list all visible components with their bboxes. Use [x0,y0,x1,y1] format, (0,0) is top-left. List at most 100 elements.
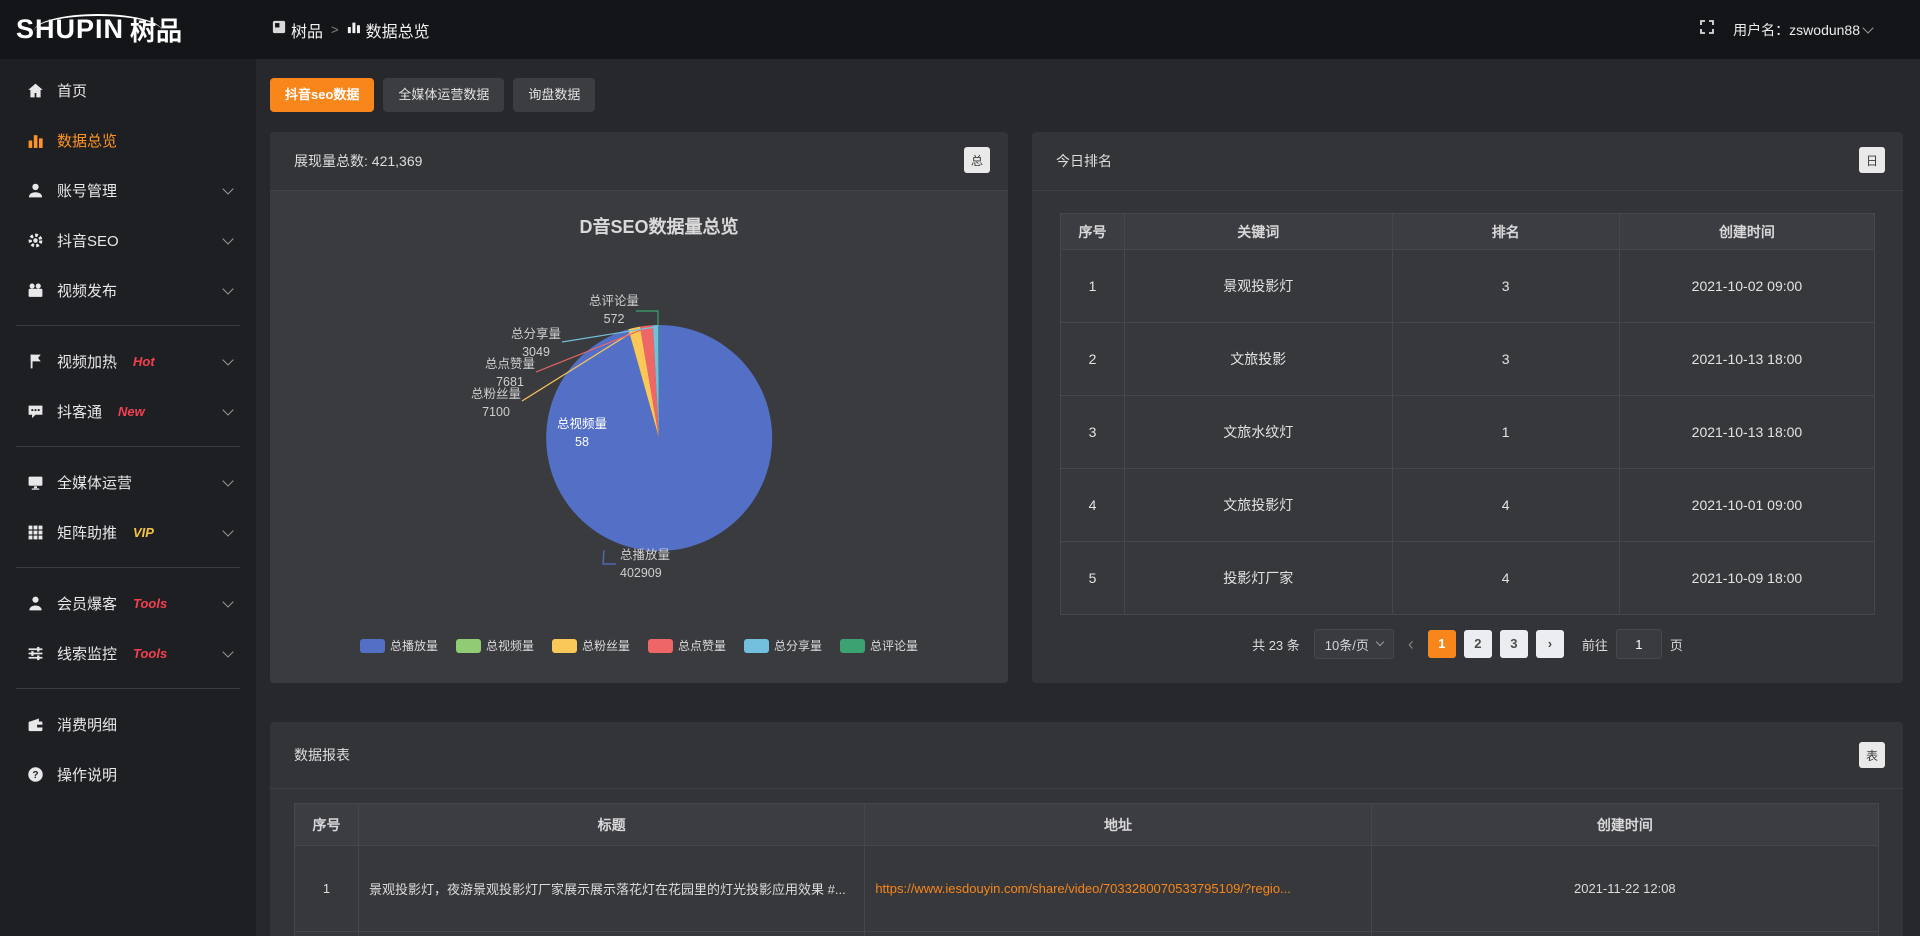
pie-chart: D音SEO数据量总览 总播放量402909总视频量58总粉丝量7100总点赞量7… [270,191,1008,621]
tab-media-operation-data[interactable]: 全媒体运营数据 [383,78,504,112]
fullscreen-icon[interactable] [1699,19,1715,40]
cell-url: https://www.iesdouyin.com/share/video/70… [865,846,1371,932]
page-size-value: 10条/页 [1325,635,1369,654]
sidebar-item-clue-monitor[interactable]: 线索监控 Tools [0,628,256,678]
chevron-down-icon [222,596,233,607]
column-header: 标题 [359,804,865,846]
ranking-card-header: 今日排名 [1032,132,1903,191]
sidebar-divider [16,567,240,568]
sidebar-item-video-heat[interactable]: 视频加热 Hot [0,336,256,386]
sidebar-item-matrix-boost[interactable]: 矩阵助推 VIP [0,507,256,557]
topbar-right: 用户名：zswodun88 [1699,19,1920,40]
breadcrumb-item-overview[interactable]: 数据总览 [347,18,430,42]
top-cards-row: 展现量总数: 421,369 总 D音SEO数据量总览 总播放量402909总视… [270,132,1903,683]
hot-badge: Hot [133,354,155,369]
legend-item-0[interactable]: 总播放量 [360,637,438,654]
table-row-partial [295,932,1878,936]
cell-rank: 1 [1393,396,1620,469]
chevron-down-icon [1376,638,1384,646]
sidebar-item-account[interactable]: 账号管理 [0,165,256,215]
today-ranking-card: 今日排名 日 序号 关键词 排名 创建时间 1 景观投影灯 3 [1032,132,1903,683]
sidebar-item-video-publish[interactable]: 视频发布 [0,265,256,315]
question-circle-icon: ? [26,765,44,783]
cell-rank: 4 [1393,542,1620,615]
legend-item-1[interactable]: 总视频量 [456,637,534,654]
table-toggle-button[interactable]: 表 [1859,742,1885,768]
sidebar-item-douyin-seo[interactable]: 抖音SEO [0,215,256,265]
username-text: 用户名：zswodun88 [1733,20,1860,40]
video-link[interactable]: https://www.iesdouyin.com/share/video/70… [875,881,1291,896]
tab-douyin-seo-data[interactable]: 抖音seo数据 [270,78,374,112]
chat-bubble-icon [26,402,44,420]
video-camera-icon [26,281,44,299]
goto-page-input[interactable] [1616,629,1662,659]
chevron-down-icon [222,233,233,244]
sidebar-item-home[interactable]: 首页 [0,65,256,115]
sidebar-item-label: 会员爆客 [57,593,117,614]
column-header: 地址 [865,804,1371,846]
legend-label: 总粉丝量 [582,637,630,654]
pagination-total: 共 23 条 [1252,635,1300,654]
app-root: SHUPIN 树品 树品 > 数据总览 用户名：zswo [0,0,1920,936]
sidebar-item-consumption-detail[interactable]: 消费明细 [0,699,256,749]
ranking-table: 序号 关键词 排名 创建时间 1 景观投影灯 3 2021-10-02 09:0… [1060,213,1875,615]
goto-label: 前往 [1582,635,1608,654]
legend-item-2[interactable]: 总粉丝量 [552,637,630,654]
cell-keyword: 投影灯厂家 [1125,542,1393,615]
page-button-1[interactable]: 1 [1428,630,1456,658]
sidebar-item-help[interactable]: ? 操作说明 [0,749,256,799]
cell-keyword: 文旅水纹灯 [1125,396,1393,469]
cell-keyword: 景观投影灯 [1125,250,1393,323]
sidebar-item-data-overview[interactable]: 数据总览 [0,115,256,165]
breadcrumb-label: 树品 [291,18,323,42]
cell-time: 2021-10-01 09:00 [1620,469,1874,542]
grid-icon [26,523,44,541]
breadcrumb-item-home[interactable]: 树品 [272,18,323,42]
pie-label-leader [636,311,658,325]
legend-item-5[interactable]: 总评论量 [840,637,918,654]
chevron-down-icon [222,404,233,415]
pie-label: 402909 [620,566,662,580]
sidebar: 首页 数据总览 账号管理 抖音SEO 视频发布 视频加热 Hot [0,59,256,936]
table-row: 1 景观投影灯，夜游景观投影灯厂家展示展示落花灯在花园里的灯光投影应用效果 #.… [295,846,1878,932]
tab-inquiry-data[interactable]: 询盘数据 [513,78,595,112]
table-row: 1 景观投影灯 3 2021-10-02 09:00 [1061,250,1874,323]
next-page-button[interactable]: › [1536,630,1564,658]
sidebar-item-member-burst[interactable]: 会员爆客 Tools [0,578,256,628]
logo: SHUPIN 树品 [0,11,256,48]
page-button-2[interactable]: 2 [1464,630,1492,658]
prev-page-button[interactable]: ‹ [1402,634,1420,655]
main-content: 抖音seo数据 全媒体运营数据 询盘数据 展现量总数: 421,369 总 D音… [256,59,1920,936]
seo-chart-card: 展现量总数: 421,369 总 D音SEO数据量总览 总播放量402909总视… [270,132,1008,683]
user-menu[interactable]: 用户名：zswodun88 [1733,20,1872,40]
vip-badge: VIP [133,525,154,540]
cell-time: 2021-10-13 18:00 [1620,323,1874,396]
table-body: 1 景观投影灯 3 2021-10-02 09:00 2 文旅投影 3 2021… [1061,250,1874,615]
legend-swatch [456,639,481,653]
table-body: 1 景观投影灯，夜游景观投影灯厂家展示展示落花灯在花园里的灯光投影应用效果 #.… [295,846,1878,936]
chart-body: D音SEO数据量总览 总播放量402909总视频量58总粉丝量7100总点赞量7… [270,191,1008,683]
sidebar-item-label: 数据总览 [57,130,117,151]
ranking-card-title: 今日排名 [1056,151,1112,171]
chart-title: D音SEO数据量总览 [310,213,1008,239]
pie-label: 总视频量 [557,416,607,431]
chevron-down-icon [222,354,233,365]
sidebar-item-label: 矩阵助推 [57,522,117,543]
day-toggle-button[interactable]: 日 [1859,147,1885,173]
legend-item-4[interactable]: 总分享量 [744,637,822,654]
sidebar-item-label: 抖客通 [57,401,102,422]
legend-item-3[interactable]: 总点赞量 [648,637,726,654]
page-size-select[interactable]: 10条/页 [1314,629,1394,659]
report-table: 序号 标题 地址 创建时间 1 景观投影灯，夜游景观投影灯厂家展示展示落花灯在花… [294,803,1879,936]
sliders-icon [26,644,44,662]
cell-time: 2021-10-09 18:00 [1620,542,1874,615]
table-header-row: 序号 标题 地址 创建时间 [295,804,1878,846]
cell-index: 1 [295,846,359,932]
sidebar-item-media-operation[interactable]: 全媒体运营 [0,457,256,507]
cell-index: 1 [1061,250,1125,323]
total-toggle-button[interactable]: 总 [964,147,990,173]
sidebar-item-douketong[interactable]: 抖客通 New [0,386,256,436]
chevron-down-icon [1862,22,1873,33]
page-button-3[interactable]: 3 [1500,630,1528,658]
legend-swatch [360,639,385,653]
